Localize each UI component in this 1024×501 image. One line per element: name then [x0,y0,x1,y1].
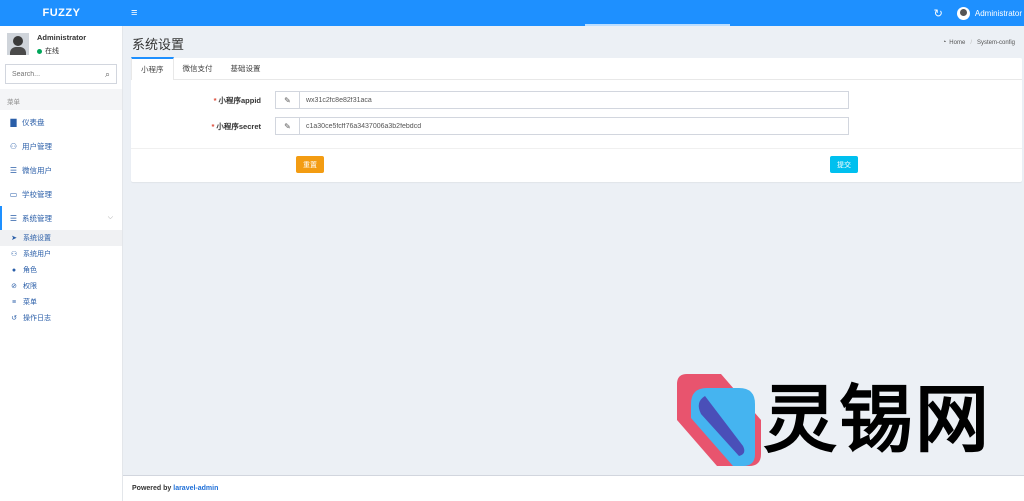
user-menu-name: Administrator [974,8,1022,18]
refresh-icon[interactable]: ↻ [934,7,943,20]
settings-box: 小程序 微信支付 基础设置 *小程序appid ✎ *小程序secret ✎ 重… [131,57,1022,182]
sidebar-search: ⌕ [5,64,117,84]
search-input[interactable] [12,70,105,78]
input-group: ✎ [275,117,849,135]
online-dot-icon [37,48,42,54]
sidebar-item-label: 仪表盘 [22,117,45,127]
field-label: * 小程序secret [211,121,261,131]
sidebar-item-label: 用户管理 [22,141,52,151]
list-icon: ☰ [9,165,18,175]
sidebar-toggle-icon[interactable]: ≡ [131,7,137,19]
secret-input[interactable] [300,118,848,134]
user-icon: ● [11,266,17,274]
field-label: * 小程序appid [213,95,261,105]
sidebar-item-label: 角色 [23,267,37,274]
tab-bar: 小程序 微信支付 基础设置 [131,57,1022,80]
footer-prefix: Powered by [132,485,172,492]
sidebar-item-menu[interactable]: ≡ 菜单 [0,294,122,310]
sidebar-item-label: 微信用户 [22,165,52,175]
user-menu[interactable]: Administrator [956,6,1022,20]
tab-wechat-pay[interactable]: 微信支付 [174,57,222,79]
sidebar-user-name: Administrator [37,33,87,42]
bar-chart-icon: ▇ [10,117,17,127]
sidebar-item-label: 系统用户 [23,251,51,258]
submit-button[interactable]: 提交 [830,156,858,173]
sidebar-item-label: 菜单 [23,299,37,306]
search-icon[interactable]: ⌕ [105,69,110,80]
sidebar-item-label: 操作日志 [23,315,51,322]
sidebar-item-dashboard[interactable]: ▇ 仪表盘 [0,110,122,134]
user-status-label: 在线 [45,48,59,55]
sidebar-item-schools[interactable]: ▭ 学校管理 [0,182,122,206]
appid-input[interactable] [300,92,848,108]
breadcrumb-home[interactable]: Home [949,40,965,46]
user-avatar-small [956,6,970,20]
pencil-icon: ✎ [276,118,300,134]
ban-icon: ⊘ [11,283,17,290]
watermark-text: 灵锡网 [763,377,991,463]
watermark-logo: 灵锡网 [677,374,997,466]
input-group: ✎ [275,91,849,109]
sidebar-item-operation-log[interactable]: ↺ 操作日志 [0,310,122,326]
system-submenu: ➤ 系统设置 ⚇ 系统用户 ● 角色 ⊘ 权限 ≡ 菜单 ↺ 操作日志 [0,230,122,326]
sidebar-item-label: 系统管理 [22,213,52,223]
sidebar-item-users[interactable]: ⚇ 用户管理 [0,134,122,158]
user-panel: Administrator 在线 [0,26,122,62]
logo[interactable]: FUZZY [0,0,123,26]
tasks-icon: ☰ [9,213,18,223]
sidebar-item-permissions[interactable]: ⊘ 权限 [0,278,122,294]
sidebar-item-roles[interactable]: ● 角色 [0,262,122,278]
breadcrumb-separator: / [970,39,972,46]
sidebar-item-label: 学校管理 [22,189,52,199]
user-status: 在线 [37,46,86,56]
tab-miniprogram[interactable]: 小程序 [131,57,174,80]
sidebar-item-system-settings[interactable]: ➤ 系统设置 [0,230,122,246]
id-card-icon: ▭ [9,189,18,199]
users-icon: ⚇ [10,251,18,258]
tab-basic-settings[interactable]: 基础设置 [222,57,270,79]
dashboard-icon: ◔ [942,39,947,46]
users-icon: ⚇ [9,141,18,151]
pencil-icon: ✎ [276,92,300,108]
paper-plane-icon: ➤ [11,235,17,242]
sidebar-item-system[interactable]: ☰ 系统管理 ⌵ [0,206,122,230]
navbar-right: ↻ Administrator [934,0,1024,26]
page-footer: Powered by laravel-admin [123,475,1024,501]
sidebar: Administrator 在线 ⌕ 菜单 ▇ 仪表盘 ⚇ 用户管理 ☰ 微信用… [0,26,123,501]
form-footer: 重置 提交 [131,148,1022,182]
form-row-appid: * 小程序appid ✎ [131,91,1022,109]
chevron-down-icon: ⌵ [107,214,113,221]
menu-header: 菜单 [0,89,122,110]
sidebar-item-label: 权限 [23,283,37,290]
sidebar-item-wechat-users[interactable]: ☰ 微信用户 [0,158,122,182]
breadcrumb-current: System-config [976,39,1015,46]
form-row-secret: * 小程序secret ✎ [131,117,1022,135]
breadcrumb: ◔ Home / System-config [942,39,1015,46]
footer-link[interactable]: laravel-admin [173,485,218,492]
sidebar-item-label: 系统设置 [23,235,51,242]
page-title: 系统设置 [132,37,185,52]
sidebar-item-system-users[interactable]: ⚇ 系统用户 [0,246,122,262]
reset-button[interactable]: 重置 [296,156,324,173]
bars-icon: ≡ [11,298,17,306]
top-navbar: FUZZY ≡ ↻ Administrator [0,0,1024,26]
avatar [7,33,29,55]
history-icon: ↺ [11,315,17,322]
watermark-mark-icon [677,374,761,466]
